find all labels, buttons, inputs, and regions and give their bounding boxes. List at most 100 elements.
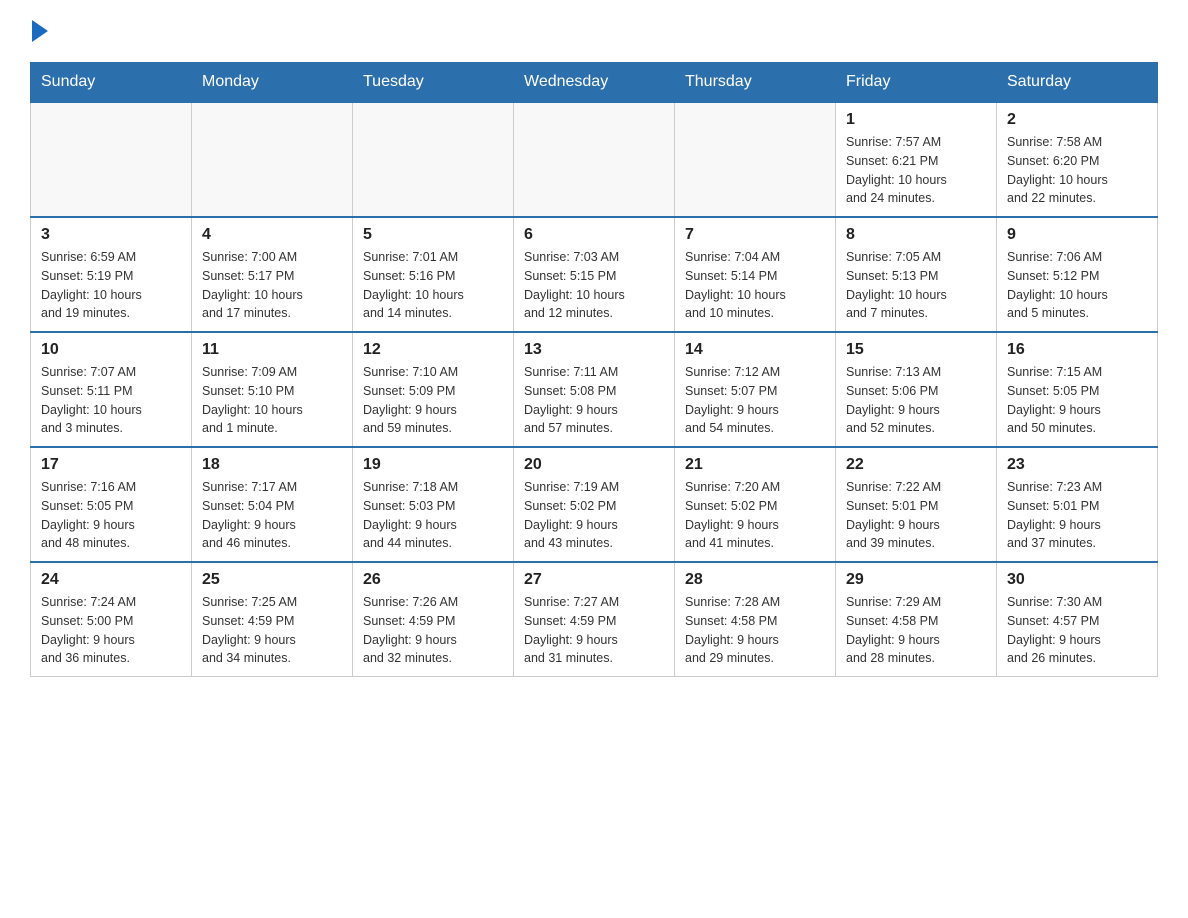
day-info: Sunrise: 7:09 AM Sunset: 5:10 PM Dayligh… [202, 363, 342, 438]
calendar-cell: 8Sunrise: 7:05 AM Sunset: 5:13 PM Daylig… [836, 217, 997, 332]
calendar-cell: 18 Sunrise: 7:17 AM Sunset: 5:04 PM Dayli… [192, 447, 353, 562]
calendar-cell: 9 Sunrise: 7:06 AM Sunset: 5:12 PM Daylig… [997, 217, 1158, 332]
day-of-week-header: Friday [836, 63, 997, 103]
day-info: Sunrise: 7:18 AM Sunset: 5:03 PM Dayligh… [363, 478, 503, 553]
calendar-cell: 19 Sunrise: 7:18 AM Sunset: 5:03 PM Dayli… [353, 447, 514, 562]
calendar-cell [675, 102, 836, 217]
day-info: Sunrise: 7:22 AM Sunset: 5:01 PM Dayligh… [846, 478, 986, 553]
day-number: 13 [524, 341, 664, 359]
day-number: 23 [1007, 456, 1147, 474]
day-number: 30 [1007, 571, 1147, 589]
day-of-week-header: Thursday [675, 63, 836, 103]
day-info: Sunrise: 7:30 AM Sunset: 4:57 PM Dayligh… [1007, 593, 1147, 668]
day-number: 18 [202, 456, 342, 474]
week-row: 10 Sunrise: 7:07 AM Sunset: 5:11 PM Dayli… [31, 332, 1158, 447]
day-number: 1 [846, 111, 986, 129]
day-info: Sunrise: 7:04 AM Sunset: 5:14 PM Dayligh… [685, 248, 825, 323]
calendar-cell [31, 102, 192, 217]
logo [30, 20, 48, 42]
calendar-cell: 11 Sunrise: 7:09 AM Sunset: 5:10 PM Dayli… [192, 332, 353, 447]
calendar-cell [353, 102, 514, 217]
calendar-cell: 12Sunrise: 7:10 AM Sunset: 5:09 PM Dayli… [353, 332, 514, 447]
day-number: 29 [846, 571, 986, 589]
day-number: 14 [685, 341, 825, 359]
day-number: 21 [685, 456, 825, 474]
week-row: 1 Sunrise: 7:57 AM Sunset: 6:21 PM Daylig… [31, 102, 1158, 217]
day-info: Sunrise: 7:07 AM Sunset: 5:11 PM Dayligh… [41, 363, 181, 438]
day-of-week-header: Tuesday [353, 63, 514, 103]
calendar-cell: 13 Sunrise: 7:11 AM Sunset: 5:08 PM Dayli… [514, 332, 675, 447]
day-number: 4 [202, 226, 342, 244]
calendar-cell: 6 Sunrise: 7:03 AM Sunset: 5:15 PM Daylig… [514, 217, 675, 332]
calendar-cell: 26 Sunrise: 7:26 AM Sunset: 4:59 PM Dayli… [353, 562, 514, 677]
calendar-cell: 16Sunrise: 7:15 AM Sunset: 5:05 PM Dayli… [997, 332, 1158, 447]
day-number: 27 [524, 571, 664, 589]
day-number: 24 [41, 571, 181, 589]
day-info: Sunrise: 7:57 AM Sunset: 6:21 PM Dayligh… [846, 133, 986, 208]
day-of-week-header: Monday [192, 63, 353, 103]
calendar-cell: 24 Sunrise: 7:24 AM Sunset: 5:00 PM Dayli… [31, 562, 192, 677]
day-number: 11 [202, 341, 342, 359]
calendar-header-row: SundayMondayTuesdayWednesdayThursdayFrid… [31, 63, 1158, 103]
day-number: 7 [685, 226, 825, 244]
calendar-cell: 29 Sunrise: 7:29 AM Sunset: 4:58 PM Dayli… [836, 562, 997, 677]
day-number: 25 [202, 571, 342, 589]
day-info: Sunrise: 7:13 AM Sunset: 5:06 PM Dayligh… [846, 363, 986, 438]
day-info: Sunrise: 7:29 AM Sunset: 4:58 PM Dayligh… [846, 593, 986, 668]
calendar-cell: 25Sunrise: 7:25 AM Sunset: 4:59 PM Dayli… [192, 562, 353, 677]
calendar-cell: 28 Sunrise: 7:28 AM Sunset: 4:58 PM Dayli… [675, 562, 836, 677]
day-info: Sunrise: 7:12 AM Sunset: 5:07 PM Dayligh… [685, 363, 825, 438]
calendar-cell: 22 Sunrise: 7:22 AM Sunset: 5:01 PM Dayli… [836, 447, 997, 562]
day-info: Sunrise: 7:20 AM Sunset: 5:02 PM Dayligh… [685, 478, 825, 553]
day-info: Sunrise: 7:24 AM Sunset: 5:00 PM Dayligh… [41, 593, 181, 668]
day-info: Sunrise: 7:28 AM Sunset: 4:58 PM Dayligh… [685, 593, 825, 668]
day-info: Sunrise: 7:23 AM Sunset: 5:01 PM Dayligh… [1007, 478, 1147, 553]
day-of-week-header: Sunday [31, 63, 192, 103]
day-info: Sunrise: 7:19 AM Sunset: 5:02 PM Dayligh… [524, 478, 664, 553]
calendar-cell: 3Sunrise: 6:59 AM Sunset: 5:19 PM Daylig… [31, 217, 192, 332]
day-info: Sunrise: 7:17 AM Sunset: 5:04 PM Dayligh… [202, 478, 342, 553]
day-info: Sunrise: 7:58 AM Sunset: 6:20 PM Dayligh… [1007, 133, 1147, 208]
day-number: 5 [363, 226, 503, 244]
calendar-cell: 5 Sunrise: 7:01 AM Sunset: 5:16 PM Daylig… [353, 217, 514, 332]
day-info: Sunrise: 7:01 AM Sunset: 5:16 PM Dayligh… [363, 248, 503, 323]
calendar-cell: 10 Sunrise: 7:07 AM Sunset: 5:11 PM Dayli… [31, 332, 192, 447]
day-number: 2 [1007, 111, 1147, 129]
day-number: 10 [41, 341, 181, 359]
calendar-cell: 7 Sunrise: 7:04 AM Sunset: 5:14 PM Daylig… [675, 217, 836, 332]
day-of-week-header: Saturday [997, 63, 1158, 103]
logo-arrow-icon [32, 20, 48, 42]
calendar-cell: 15 Sunrise: 7:13 AM Sunset: 5:06 PM Dayli… [836, 332, 997, 447]
day-number: 15 [846, 341, 986, 359]
calendar-cell: 14 Sunrise: 7:12 AM Sunset: 5:07 PM Dayli… [675, 332, 836, 447]
day-info: Sunrise: 7:10 AM Sunset: 5:09 PM Dayligh… [363, 363, 503, 438]
calendar-cell: 21 Sunrise: 7:20 AM Sunset: 5:02 PM Dayli… [675, 447, 836, 562]
calendar-cell: 20 Sunrise: 7:19 AM Sunset: 5:02 PM Dayli… [514, 447, 675, 562]
calendar-cell: 1 Sunrise: 7:57 AM Sunset: 6:21 PM Daylig… [836, 102, 997, 217]
day-number: 9 [1007, 226, 1147, 244]
day-info: Sunrise: 7:03 AM Sunset: 5:15 PM Dayligh… [524, 248, 664, 323]
day-number: 19 [363, 456, 503, 474]
day-number: 20 [524, 456, 664, 474]
day-info: Sunrise: 7:06 AM Sunset: 5:12 PM Dayligh… [1007, 248, 1147, 323]
day-number: 16 [1007, 341, 1147, 359]
day-number: 22 [846, 456, 986, 474]
day-number: 26 [363, 571, 503, 589]
day-info: Sunrise: 7:11 AM Sunset: 5:08 PM Dayligh… [524, 363, 664, 438]
calendar-table: SundayMondayTuesdayWednesdayThursdayFrid… [30, 62, 1158, 677]
week-row: 3Sunrise: 6:59 AM Sunset: 5:19 PM Daylig… [31, 217, 1158, 332]
calendar-cell: 23 Sunrise: 7:23 AM Sunset: 5:01 PM Dayli… [997, 447, 1158, 562]
day-number: 3 [41, 226, 181, 244]
day-info: Sunrise: 7:00 AM Sunset: 5:17 PM Dayligh… [202, 248, 342, 323]
page-header [30, 20, 1158, 42]
week-row: 24 Sunrise: 7:24 AM Sunset: 5:00 PM Dayli… [31, 562, 1158, 677]
calendar-cell: 4 Sunrise: 7:00 AM Sunset: 5:17 PM Daylig… [192, 217, 353, 332]
day-number: 6 [524, 226, 664, 244]
day-info: Sunrise: 7:16 AM Sunset: 5:05 PM Dayligh… [41, 478, 181, 553]
week-row: 17Sunrise: 7:16 AM Sunset: 5:05 PM Dayli… [31, 447, 1158, 562]
day-of-week-header: Wednesday [514, 63, 675, 103]
day-number: 28 [685, 571, 825, 589]
calendar-cell: 2 Sunrise: 7:58 AM Sunset: 6:20 PM Daylig… [997, 102, 1158, 217]
day-info: Sunrise: 7:26 AM Sunset: 4:59 PM Dayligh… [363, 593, 503, 668]
calendar-cell: 17Sunrise: 7:16 AM Sunset: 5:05 PM Dayli… [31, 447, 192, 562]
